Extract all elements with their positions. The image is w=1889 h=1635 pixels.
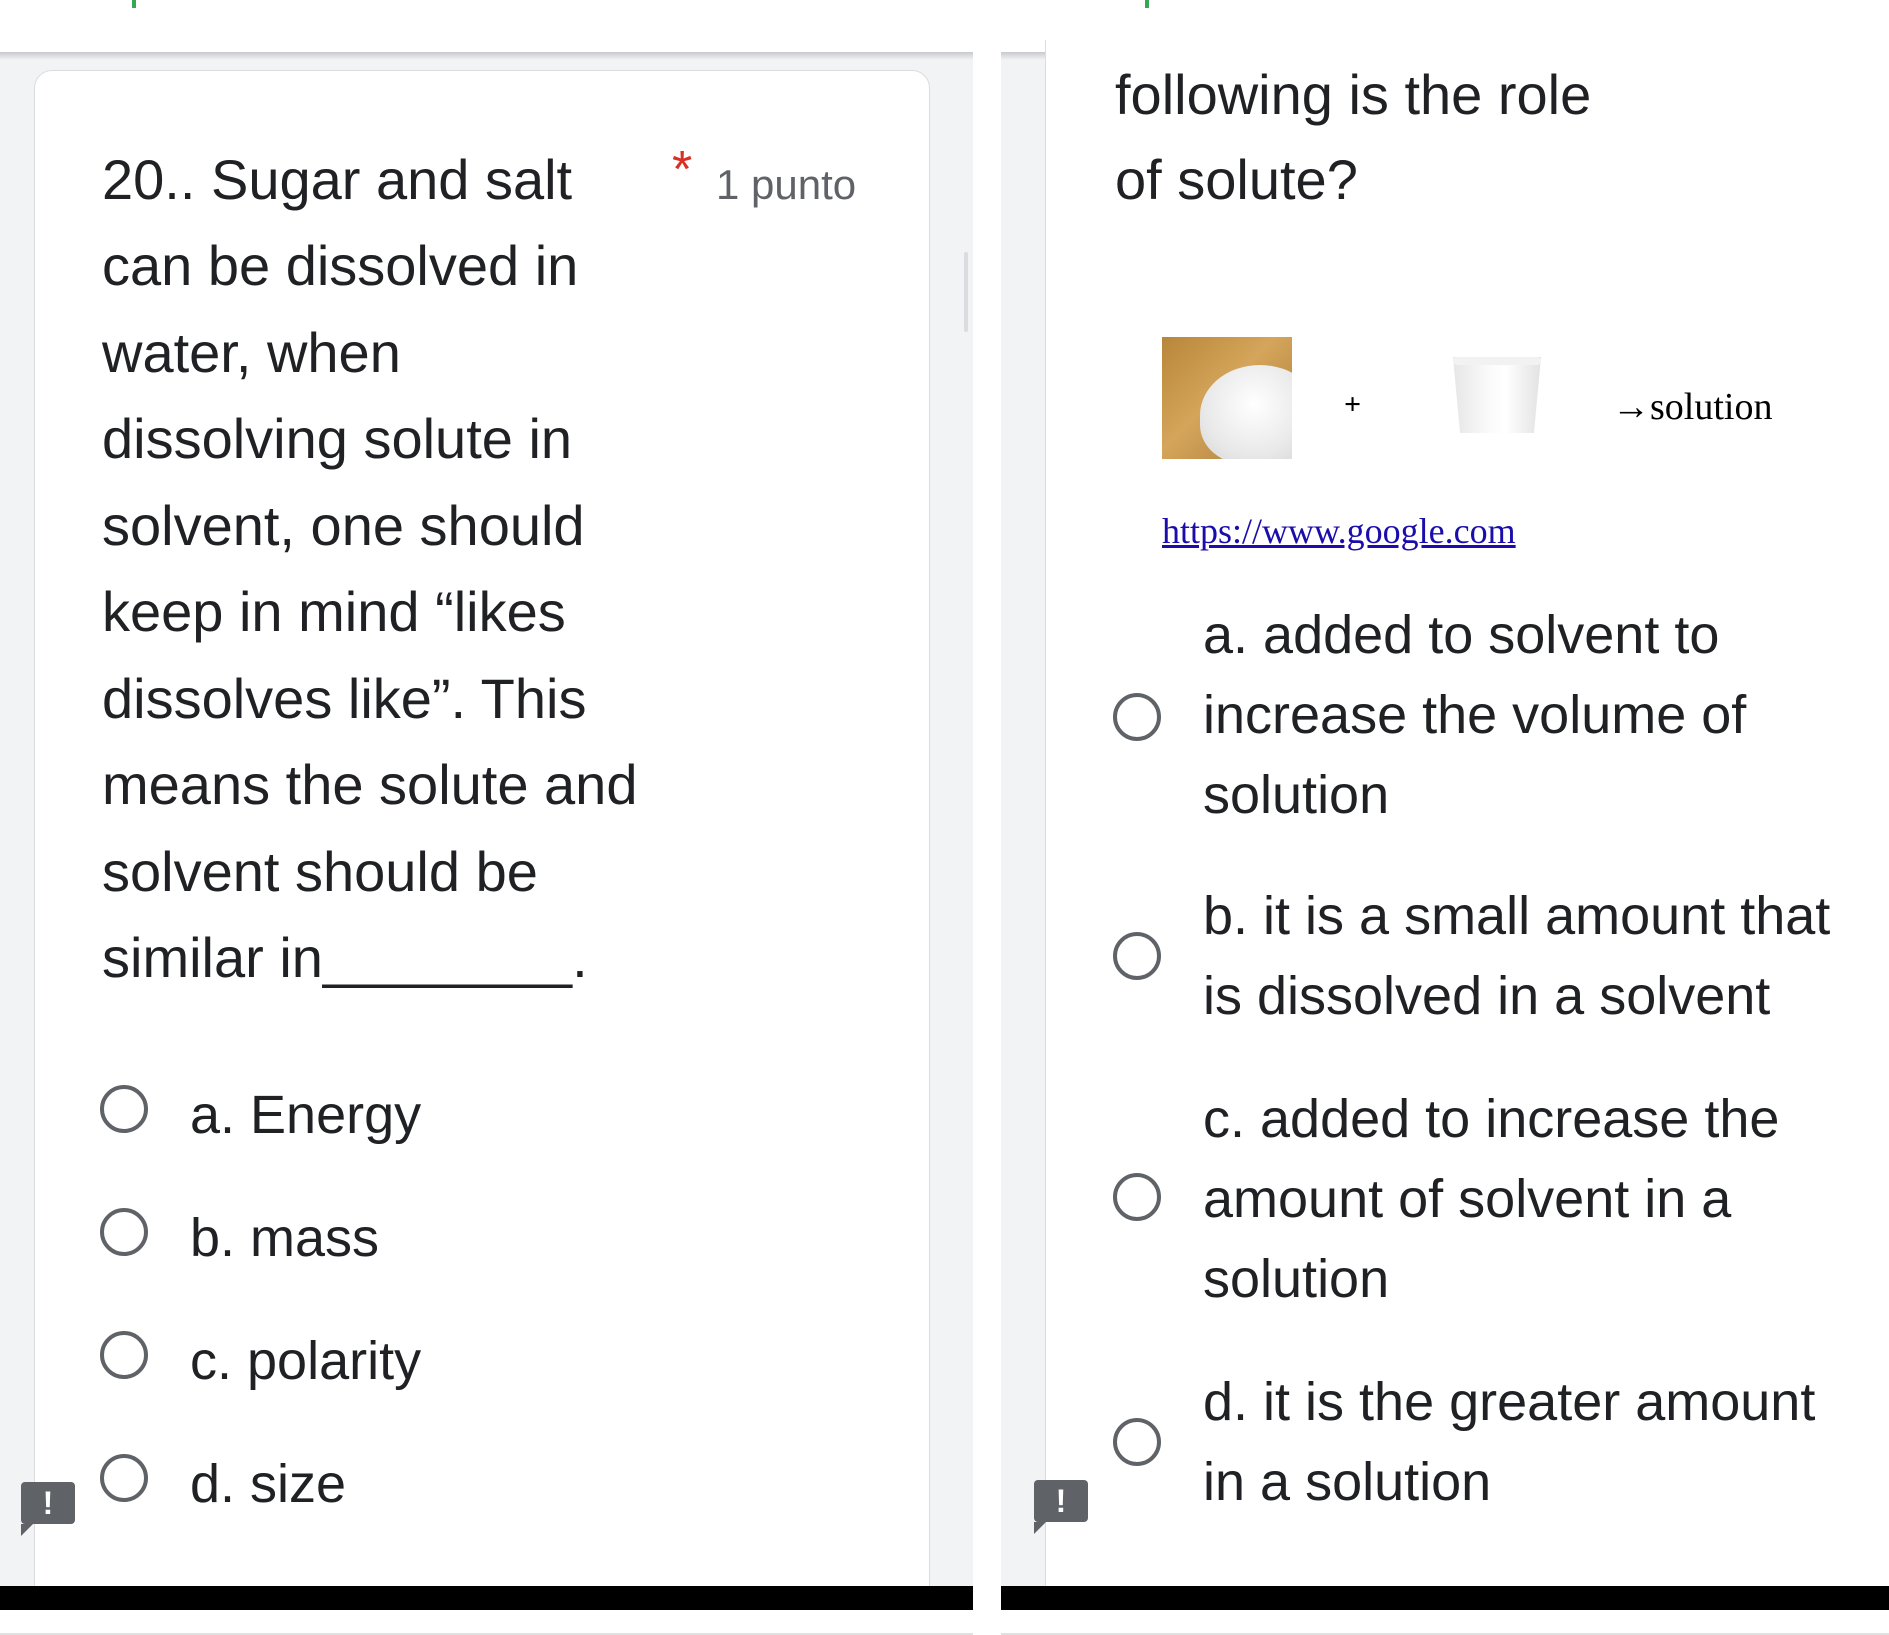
option-line: in a solution xyxy=(1203,1452,1492,1512)
option-mass[interactable]: b. mass xyxy=(98,1198,798,1278)
radio-button-unchecked-icon[interactable] xyxy=(100,1208,148,1256)
report-problem-icon[interactable]: ! xyxy=(1034,1480,1088,1534)
header-shadow xyxy=(0,52,973,60)
radio-button-unchecked-icon[interactable] xyxy=(1113,932,1161,980)
radio-button-unchecked-icon[interactable] xyxy=(1113,1418,1161,1466)
radio-button-unchecked-icon[interactable] xyxy=(100,1085,148,1133)
right-screenshot-panel: following is the role of solute? + →solu… xyxy=(1001,0,1889,1635)
option-polarity[interactable]: c. polarity xyxy=(98,1321,798,1401)
option-c[interactable]: c. added to increase the amount of solve… xyxy=(1113,1079,1873,1319)
option-line: solution xyxy=(1203,1249,1390,1309)
question-line: water, when xyxy=(102,321,401,384)
option-label: a. Energy xyxy=(190,1085,422,1145)
question-line: can be dissolved in xyxy=(102,234,579,297)
screen-bottom-bar xyxy=(0,1586,973,1610)
water-glass-image xyxy=(1453,357,1541,437)
question-line: solvent should be xyxy=(102,840,538,903)
question-line: dissolves like”. This xyxy=(102,667,587,730)
question-line: solvent, one should xyxy=(102,494,585,557)
question-line: following is the role xyxy=(1115,63,1592,126)
panel-gap xyxy=(973,0,1001,1635)
question-line: dissolving solute in xyxy=(102,407,573,470)
radio-button-unchecked-icon[interactable] xyxy=(100,1331,148,1379)
option-size[interactable]: d. size xyxy=(98,1444,798,1524)
option-line: increase the volume of xyxy=(1203,685,1747,745)
top-strip xyxy=(0,0,973,52)
option-a[interactable]: a. added to solvent to increase the volu… xyxy=(1113,595,1873,835)
screen-bottom-bar xyxy=(1001,1586,1889,1610)
image-source-link[interactable]: https://www.google.com xyxy=(1162,510,1516,552)
question-line: of solute? xyxy=(1115,148,1358,211)
option-energy[interactable]: a. Energy xyxy=(98,1075,798,1155)
option-b[interactable]: b. it is a small amount that is dissolve… xyxy=(1113,876,1873,1036)
points-label: 1 punto xyxy=(716,161,857,208)
report-problem-icon[interactable]: ! xyxy=(21,1482,75,1536)
below-bar xyxy=(1001,1610,1889,1635)
scroll-indicator xyxy=(964,252,968,332)
required-asterisk: * xyxy=(672,141,693,199)
question-line: 20.. Sugar and salt xyxy=(102,148,573,211)
sugar-salt-image xyxy=(1162,337,1292,459)
question-line: means the solute and xyxy=(102,753,638,816)
option-line: b. it is a small amount that xyxy=(1203,886,1831,946)
question-line: keep in mind “likes xyxy=(102,580,566,643)
option-label: d. size xyxy=(190,1454,347,1514)
radio-button-unchecked-icon[interactable] xyxy=(1113,1173,1161,1221)
alert-glyph: ! xyxy=(1055,1483,1067,1519)
progress-tick xyxy=(1145,0,1149,8)
option-label: c. polarity xyxy=(190,1331,422,1391)
option-label: b. mass xyxy=(190,1208,380,1268)
radio-button-unchecked-icon[interactable] xyxy=(1113,693,1161,741)
option-line: c. added to increase the xyxy=(1203,1089,1780,1149)
question-line: similar in________. xyxy=(102,926,588,989)
option-line: a. added to solvent to xyxy=(1203,605,1720,665)
option-line: is dissolved in a solvent xyxy=(1203,966,1771,1026)
salt-pile xyxy=(1200,365,1292,459)
option-line: solution xyxy=(1203,765,1390,825)
progress-tick xyxy=(132,0,136,8)
plus-sign: + xyxy=(1344,388,1362,421)
alert-glyph: ! xyxy=(42,1485,54,1521)
glass-rim xyxy=(1453,357,1541,365)
option-line: d. it is the greater amount xyxy=(1203,1372,1816,1432)
radio-button-unchecked-icon[interactable] xyxy=(100,1454,148,1502)
below-bar xyxy=(0,1610,973,1635)
glass-body xyxy=(1453,357,1541,433)
solution-label: →solution xyxy=(1612,386,1773,428)
left-screenshot-panel: 20.. Sugar and salt can be dissolved in … xyxy=(0,0,973,1635)
option-line: amount of solvent in a xyxy=(1203,1169,1732,1229)
option-d[interactable]: d. it is the greater amount in a solutio… xyxy=(1113,1362,1873,1522)
